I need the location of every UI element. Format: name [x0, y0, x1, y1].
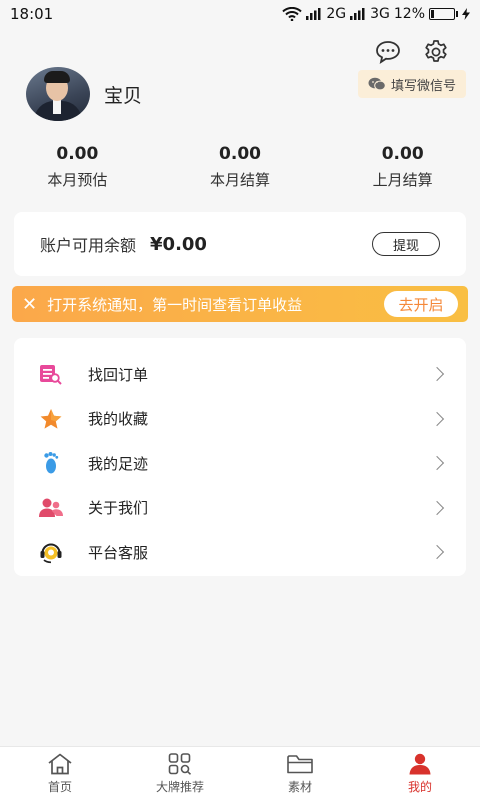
footprint-icon [38, 450, 64, 476]
menu-item-label: 找回订单 [88, 365, 149, 384]
signal-icon [306, 8, 321, 20]
wifi-icon [282, 7, 303, 21]
menu-item-favorites[interactable]: 我的收藏 [14, 397, 466, 442]
users-icon [38, 495, 64, 521]
tab-materials[interactable]: 素材 [240, 747, 360, 800]
enable-notifications-button[interactable]: 去开启 [384, 291, 458, 317]
tab-label: 素材 [287, 780, 312, 794]
headset-icon [38, 539, 64, 565]
order-search-icon [38, 361, 64, 387]
balance-card: 账户可用余额 ¥0.00 提现 [14, 212, 466, 276]
folder-icon [286, 752, 314, 776]
chevron-right-icon [429, 500, 445, 515]
menu-item-about-us[interactable]: 关于我们 [14, 486, 466, 531]
tab-brand-recommend[interactable]: 大牌推荐 [120, 747, 240, 800]
chevron-right-icon [429, 367, 445, 382]
stat-value: 0.00 [381, 144, 424, 164]
header-actions [374, 38, 450, 66]
battery-percent: 12% [393, 6, 425, 22]
network-label: 3G [370, 6, 390, 22]
menu-item-label: 平台客服 [88, 543, 149, 562]
message-icon [376, 41, 400, 64]
home-icon [47, 752, 73, 776]
stat-month-settled[interactable]: 0.00 本月结算 [163, 144, 318, 190]
stat-value: 0.00 [56, 144, 99, 164]
stat-last-month-settled[interactable]: 0.00 上月结算 [317, 144, 480, 190]
withdraw-button[interactable]: 提现 [372, 232, 440, 256]
stat-label: 本月结算 [210, 171, 271, 189]
balance-label: 账户可用余额 [40, 236, 137, 255]
signal-label: 2G [326, 6, 347, 22]
bottom-tab-bar: 首页 大牌推荐 素材 我的 [0, 746, 480, 800]
gear-icon [425, 40, 447, 62]
battery-icon [429, 8, 455, 20]
status-time: 18:01 [10, 5, 54, 23]
settings-button[interactable] [422, 38, 450, 66]
stat-label: 上月结算 [372, 171, 433, 189]
status-bar: 18:01 2G 3G 12% [0, 0, 480, 28]
star-icon [38, 406, 64, 432]
stat-value: 0.00 [219, 144, 261, 164]
menu-item-retrieve-order[interactable]: 找回订单 [14, 352, 466, 397]
tab-mine[interactable]: 我的 [360, 747, 480, 800]
stat-month-estimate[interactable]: 0.00 本月预估 [0, 144, 163, 190]
user-icon [408, 752, 432, 776]
tab-label: 首页 [47, 780, 72, 794]
close-icon[interactable]: ✕ [22, 294, 37, 315]
status-icons: 2G 3G 12% [282, 6, 470, 22]
chevron-right-icon [429, 456, 445, 471]
menu-item-footprints[interactable]: 我的足迹 [14, 441, 466, 486]
username: 宝贝 [104, 84, 143, 107]
signal-icon-2 [350, 8, 365, 20]
notification-banner: ✕ 打开系统通知，第一时间查看订单收益 去开启 [12, 286, 468, 322]
notice-text: 打开系统通知，第一时间查看订单收益 [47, 295, 303, 314]
chevron-right-icon [429, 545, 445, 560]
grid-search-icon [168, 752, 192, 776]
battery-tip [456, 11, 458, 17]
charging-icon [462, 8, 470, 20]
menu-item-label: 我的收藏 [88, 410, 149, 429]
avatar[interactable] [26, 67, 90, 121]
earnings-stats: 0.00 本月预估 0.00 本月结算 0.00 上月结算 [0, 144, 480, 190]
wechat-icon [368, 77, 386, 91]
chevron-right-icon [429, 411, 445, 426]
wechat-button-label: 填写微信号 [390, 78, 456, 94]
menu-list: 找回订单 我的收藏 我的足迹 关于我们 平台客服 [14, 338, 466, 576]
fill-wechat-button[interactable]: 填写微信号 [357, 70, 466, 98]
menu-item-label: 关于我们 [88, 499, 149, 518]
message-button[interactable] [374, 38, 402, 66]
stat-label: 本月预估 [47, 171, 108, 189]
tab-home[interactable]: 首页 [0, 747, 120, 800]
tab-label: 大牌推荐 [155, 780, 204, 794]
menu-item-label: 我的足迹 [88, 454, 149, 473]
tab-label: 我的 [407, 780, 432, 794]
menu-item-customer-service[interactable]: 平台客服 [14, 530, 466, 575]
balance-amount: ¥0.00 [150, 233, 207, 255]
